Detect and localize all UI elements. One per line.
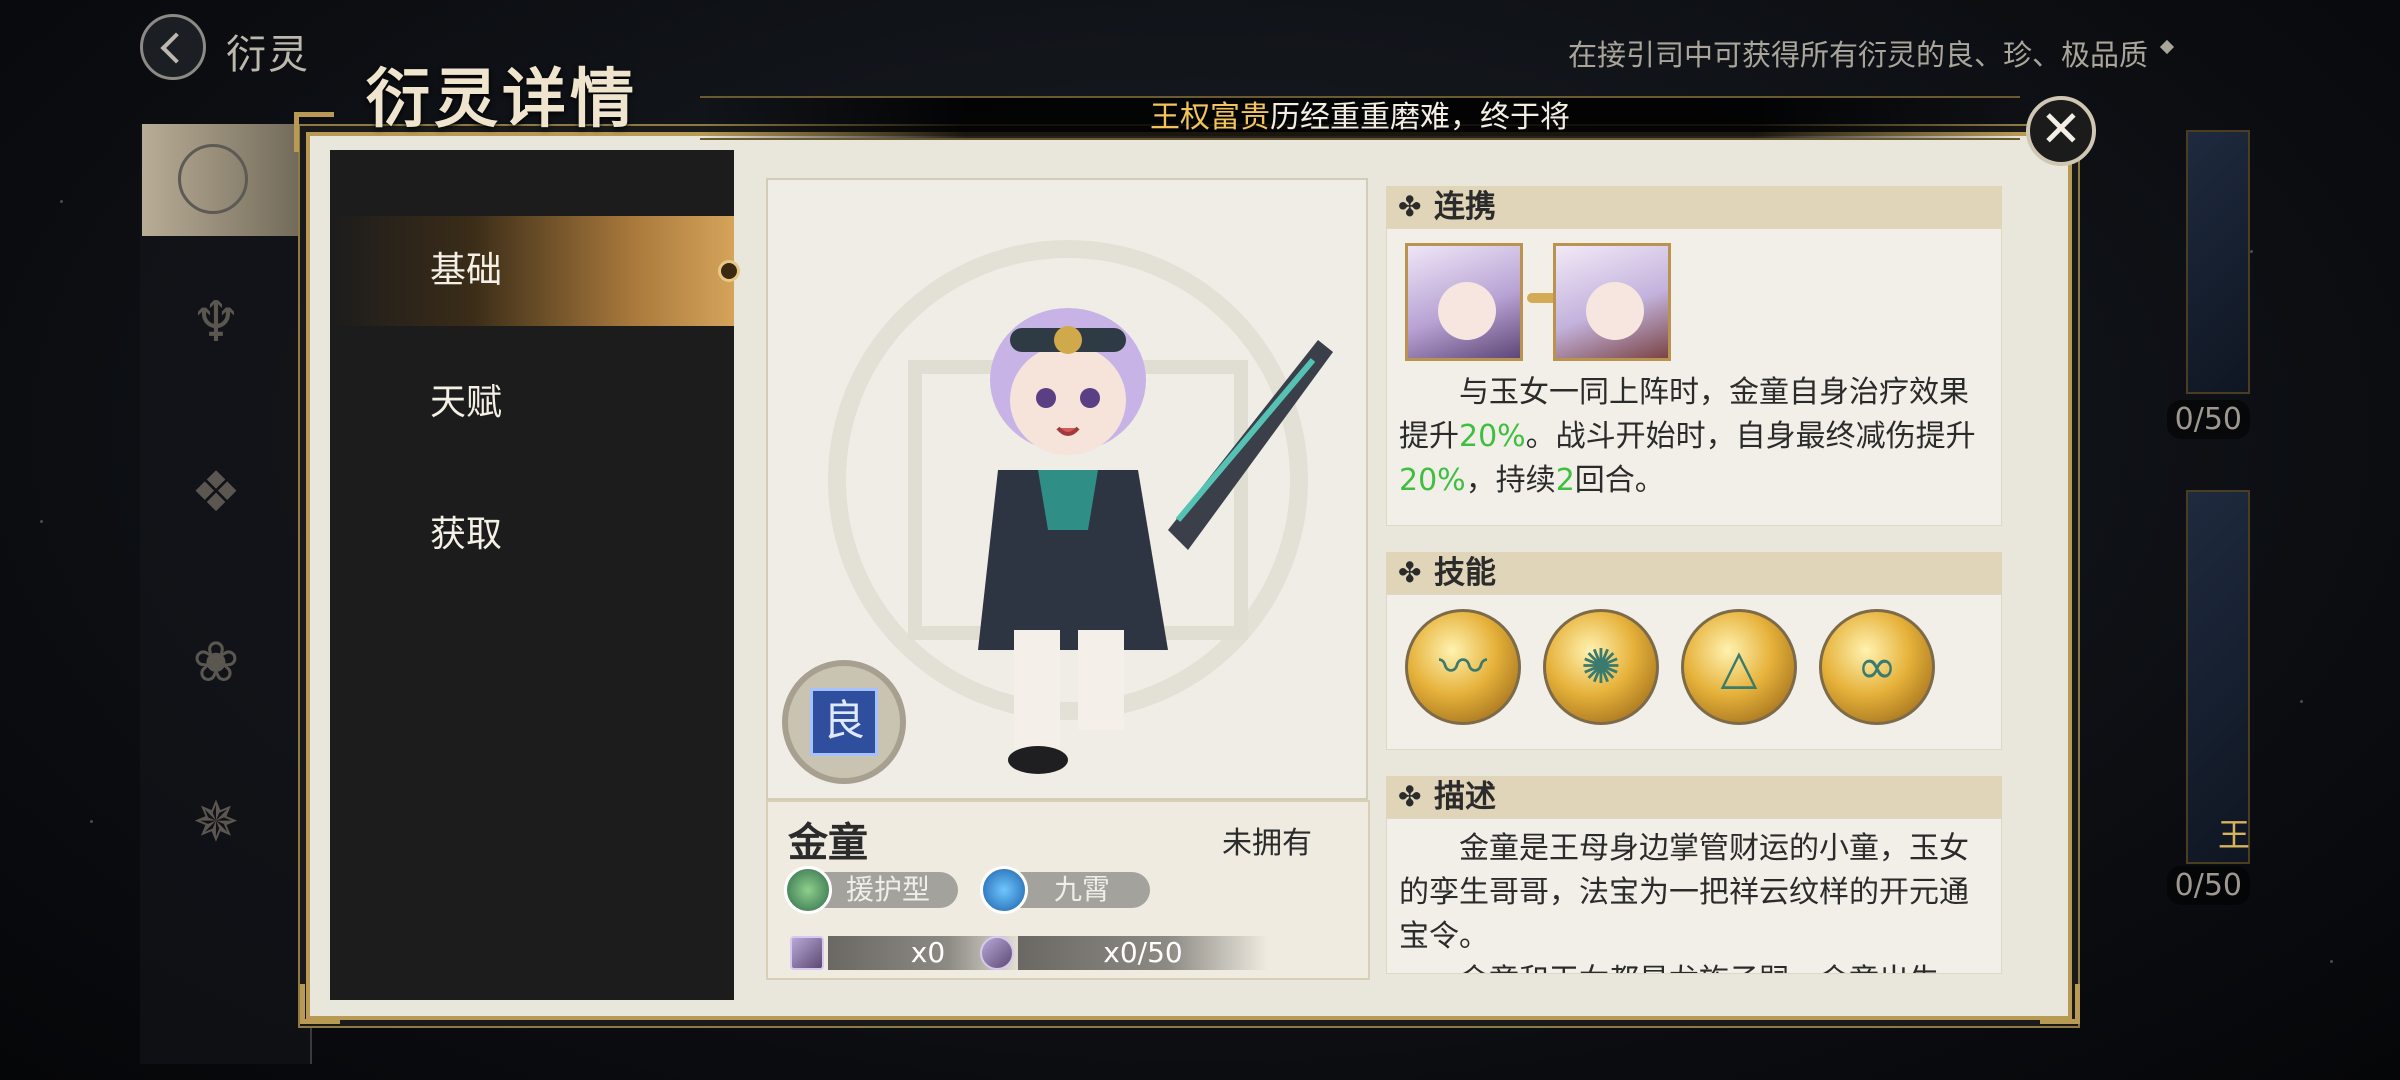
rail-emblem-1-icon[interactable]: ♆ [166, 290, 266, 355]
peek-name: 王 [2217, 816, 2250, 854]
tab-panel: 基础 天赋 获取 [330, 150, 740, 1000]
tab-basic[interactable]: 基础 [330, 216, 740, 326]
rail-emblem-3-icon[interactable]: ❀ [166, 630, 266, 695]
fragment-counter: x0/50 [1018, 936, 1268, 970]
text-run: 。战斗开始时，自身最终减伤提升 [1525, 419, 1976, 454]
skills-title: 技能 [1434, 555, 1496, 591]
description-text: 金童是王母身边掌管财运的小童，玉女的孪生哥哥，法宝为一把祥云纹样的开元通宝令。 [1399, 831, 1969, 954]
text-run: 回合。 [1574, 463, 1665, 498]
combo-header: ✤ 连携 [1386, 186, 2002, 228]
description-header: ✤ 描述 [1386, 776, 2002, 818]
combo-description: 与玉女一同上阵时，金童自身治疗效果提升20%。战斗开始时，自身最终减伤提升20%… [1399, 371, 1989, 503]
avatar-jintong[interactable] [1405, 243, 1523, 361]
combo-title: 连携 [1434, 189, 1496, 225]
text-run: ，持续 [1465, 463, 1556, 498]
peek-card[interactable] [2186, 490, 2250, 864]
page-title: 衍灵详情 [366, 62, 638, 137]
highlight-value: 2 [1555, 463, 1575, 498]
avatar-yunv[interactable] [1553, 243, 1671, 361]
tab-label: 获取 [430, 514, 503, 555]
section-star-icon: ✤ [1398, 780, 1422, 813]
highlight-value: 20% [1459, 419, 1526, 454]
coin-chain-icon[interactable]: ∞ [1819, 609, 1935, 725]
back-label: 衍灵 [226, 32, 310, 78]
rail-item-active[interactable] [142, 124, 310, 236]
banner-text: 历经重重磨难，终于将 [1270, 100, 1570, 135]
section-star-icon: ✤ [1398, 556, 1422, 589]
tab-indicator-icon [718, 260, 740, 282]
ownership-status: 未拥有 [1222, 826, 1312, 861]
description-body[interactable]: 金童是王母身边掌管财运的小童，玉女的孪生哥哥，法宝为一把祥云纹样的开元通宝令。 … [1386, 818, 2002, 974]
fragment-icon [980, 936, 1014, 970]
peek-card[interactable] [2186, 130, 2250, 394]
grade-badge: 良 [782, 660, 906, 784]
rail-emblem-2-icon[interactable]: ❖ [166, 460, 266, 525]
faction-label: 九霄 [1054, 873, 1111, 906]
diamond-icon [2159, 39, 2175, 55]
character-name: 金童 [788, 819, 868, 866]
frame-corner [2040, 984, 2080, 1024]
highlight-value: 20% [1399, 463, 1466, 498]
tab-talent[interactable]: 天赋 [330, 348, 734, 458]
tab-label: 天赋 [430, 382, 503, 423]
frame-corner [294, 112, 334, 152]
faction-tag: 九霄 [980, 866, 1150, 914]
peek-count: 0/50 [2166, 400, 2250, 439]
category-rail [140, 124, 312, 1064]
description-title: 描述 [1434, 779, 1496, 815]
role-tag: 援护型 [784, 866, 958, 914]
character-figure [978, 308, 1333, 774]
coin-string-icon[interactable]: 〰 [1405, 609, 1521, 725]
skills-header: ✤ 技能 [1386, 552, 2002, 594]
tab-obtain[interactable]: 获取 [330, 480, 734, 590]
tab-label: 基础 [430, 250, 503, 291]
coin-burst-icon[interactable]: ✺ [1543, 609, 1659, 725]
banner-highlight: 王权富贵 [1150, 100, 1270, 135]
description-text-cut: 金童和玉女都是龙族子嗣，金童出生 [1387, 959, 2001, 973]
shard-icon [790, 936, 824, 970]
faction-icon [980, 866, 1028, 914]
story-banner: 王权富贵历经重重磨难，终于将 [700, 96, 2020, 140]
role-label: 援护型 [846, 873, 931, 906]
rail-emblem-4-icon[interactable]: ✵ [166, 790, 266, 855]
quality-hint: 在接引司中可获得所有衍灵的良、珍、极品质 [1567, 38, 2148, 72]
skills-body: 〰 ✺ △ ∞ [1386, 594, 2002, 750]
back-button[interactable] [140, 14, 206, 80]
support-role-icon [784, 866, 832, 914]
grid-icon [178, 144, 248, 214]
coin-triangle-icon[interactable]: △ [1681, 609, 1797, 725]
grade-label: 良 [810, 688, 878, 756]
section-star-icon: ✤ [1398, 190, 1422, 223]
character-info: 金童 未拥有 援护型 九霄 x0 x0/50 [766, 800, 1370, 980]
peek-count: 0/50 [2166, 866, 2250, 905]
close-button[interactable]: ✕ [2026, 96, 2096, 166]
combo-body: 与玉女一同上阵时，金童自身治疗效果提升20%。战斗开始时，自身最终减伤提升20%… [1386, 228, 2002, 526]
